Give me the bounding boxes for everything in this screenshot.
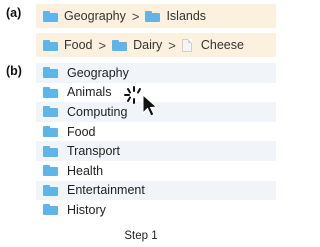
folder-item-history[interactable]: History — [36, 200, 276, 220]
breadcrumb-bar-2: Food > Dairy > Cheese — [36, 33, 276, 57]
folder-item-food[interactable]: Food — [36, 122, 276, 142]
step-caption: Step 1 — [124, 230, 158, 242]
breadcrumb-label: Cheese — [200, 38, 244, 52]
folder-label: Transport — [67, 144, 121, 159]
breadcrumb-item-cheese[interactable]: Cheese — [181, 38, 244, 52]
file-icon — [181, 38, 192, 52]
folder-icon — [145, 10, 161, 22]
folder-icon — [112, 39, 128, 51]
panel-label-b: (b) — [6, 64, 22, 78]
folder-label: Health — [67, 163, 104, 178]
folder-icon — [43, 126, 58, 138]
folder-item-health[interactable]: Health — [36, 161, 276, 181]
breadcrumb-label: Dairy — [133, 38, 163, 52]
panel-label-a: (a) — [6, 6, 22, 20]
folder-label: Food — [67, 124, 96, 139]
folder-label: Geography — [67, 65, 129, 80]
folder-item-entertainment[interactable]: Entertainment — [36, 180, 276, 201]
folder-icon — [43, 204, 58, 216]
folder-item-transport[interactable]: Transport — [36, 141, 276, 161]
folder-label: Animals — [67, 85, 112, 100]
breadcrumb-separator: > — [131, 8, 140, 24]
folder-icon — [43, 165, 58, 177]
busy-pointer-cursor-icon — [124, 86, 158, 117]
folder-icon — [43, 10, 58, 22]
folder-icon — [43, 86, 58, 98]
breadcrumb-separator: > — [98, 37, 107, 53]
breadcrumb-item-islands[interactable]: Islands — [145, 9, 206, 23]
breadcrumb-label: Food — [64, 38, 93, 52]
breadcrumb-item-dairy[interactable]: Dairy — [112, 38, 162, 52]
breadcrumb-item-geography[interactable]: Geography — [43, 9, 126, 23]
folder-icon — [43, 106, 58, 118]
folder-item-geography[interactable]: Geography — [36, 63, 276, 83]
breadcrumb-item-food[interactable]: Food — [43, 38, 93, 52]
folder-icon — [43, 39, 58, 51]
folder-icon — [43, 67, 58, 79]
folder-label: History — [67, 202, 106, 217]
folder-icon — [43, 145, 58, 157]
folder-icon — [43, 184, 58, 196]
breadcrumb-label: Geography — [64, 9, 126, 23]
breadcrumb-label: Islands — [166, 9, 207, 23]
breadcrumb-separator: > — [168, 37, 176, 53]
breadcrumb-bar-1: Geography > Islands — [36, 4, 276, 28]
folder-label: Computing — [67, 104, 128, 119]
folder-label: Entertainment — [67, 183, 145, 198]
